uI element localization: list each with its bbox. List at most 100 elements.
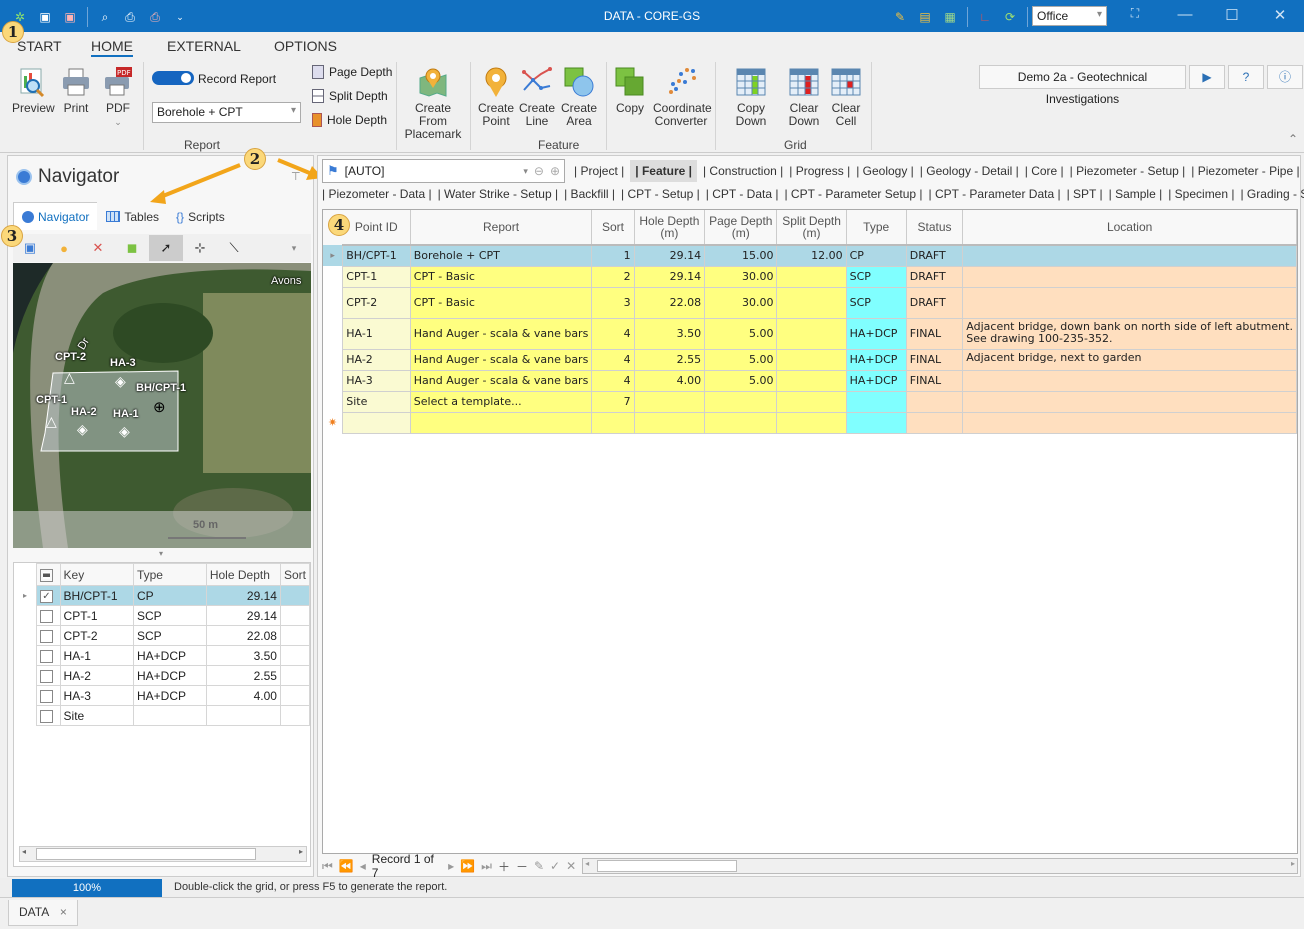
- horizontal-scrollbar[interactable]: ◂ ▸: [19, 846, 307, 862]
- sort-cell[interactable]: [279, 605, 311, 626]
- close-button[interactable]: ✕: [1270, 6, 1290, 26]
- row-checkbox[interactable]: [35, 665, 61, 686]
- status-cell[interactable]: FINAL: [905, 369, 964, 392]
- map-label-cpt-1[interactable]: CPT-1: [36, 394, 67, 406]
- table-tab[interactable]: | Sample |: [1109, 187, 1163, 201]
- checkbox[interactable]: [39, 689, 53, 703]
- report-cell[interactable]: CPT - Basic: [409, 286, 593, 319]
- table-tab[interactable]: | Grading - Setup |: [1240, 187, 1304, 201]
- table-tab[interactable]: | CPT - Parameter Data |: [929, 187, 1061, 201]
- tab-external[interactable]: EXTERNAL: [167, 38, 241, 54]
- split-depth-cell[interactable]: [776, 369, 847, 392]
- location-cell[interactable]: Adjacent bridge, next to garden: [962, 348, 1297, 371]
- report-cell[interactable]: Hand Auger - scala & vane bars: [409, 348, 593, 371]
- pdf-button[interactable]: PDF PDF ⌄: [102, 66, 134, 129]
- checkbox[interactable]: [39, 669, 53, 683]
- tab-options[interactable]: OPTIONS: [274, 38, 337, 54]
- checkbox[interactable]: [39, 629, 53, 643]
- map-label-cpt-2[interactable]: CPT-2: [55, 351, 86, 363]
- horizontal-scrollbar[interactable]: ◂ ▸: [582, 858, 1298, 874]
- checkbox[interactable]: ✓: [39, 589, 53, 603]
- prev-page-icon[interactable]: ⏪: [339, 859, 354, 873]
- column-header-type[interactable]: Type: [846, 210, 907, 246]
- table-selector[interactable]: ⚑ [AUTO] ▾ ⊖ ⊕: [322, 159, 565, 183]
- chevron-down-icon[interactable]: ▾: [523, 166, 528, 177]
- table-row[interactable]: CPT-1 CPT - Basic 2 29.14 30.00 SCP DRAFT: [323, 265, 1297, 288]
- table-tab[interactable]: | Geology |: [856, 164, 914, 178]
- zoom-extents-icon[interactable]: ⊹: [183, 235, 217, 261]
- ha-marker-icon[interactable]: ◈: [119, 423, 130, 440]
- hole-depth-button[interactable]: Hole Depth: [312, 113, 387, 127]
- prev-record-icon[interactable]: ◂: [360, 859, 366, 873]
- list-item[interactable]: ▸ ✓ BH/CPT-1 CP 29.14: [14, 585, 311, 606]
- tab-home[interactable]: HOME: [91, 38, 133, 57]
- table-tab[interactable]: | CPT - Setup |: [621, 187, 700, 201]
- theme-select[interactable]: Office: [1032, 6, 1107, 26]
- scroll-left-icon[interactable]: ◂: [585, 859, 589, 868]
- hole-depth-cell[interactable]: 29.14: [633, 265, 706, 288]
- type-cell[interactable]: [845, 411, 907, 434]
- scroll-right-icon[interactable]: ▸: [1291, 859, 1295, 868]
- row-checkbox[interactable]: [35, 645, 61, 666]
- column-header-type[interactable]: Type: [132, 563, 207, 586]
- table-tab[interactable]: | Piezometer - Setup |: [1070, 164, 1186, 178]
- refresh-icon[interactable]: ⟳: [1002, 9, 1018, 25]
- point-id-cell[interactable]: Site: [342, 390, 411, 413]
- type-cell[interactable]: SCP: [845, 286, 907, 319]
- last-record-icon[interactable]: ⏭: [481, 859, 492, 874]
- chevron-down-icon[interactable]: ▾: [277, 235, 311, 261]
- point-id-cell[interactable]: HA-2: [342, 348, 411, 371]
- column-header-location[interactable]: Location: [962, 210, 1297, 246]
- map-label-ha-3[interactable]: HA-3: [110, 357, 136, 369]
- type-cell[interactable]: HA+DCP: [132, 645, 207, 666]
- table-row[interactable]: CPT-2 CPT - Basic 3 22.08 30.00 SCP DRAFT: [323, 286, 1297, 319]
- row-checkbox[interactable]: ✓: [35, 585, 61, 606]
- map-icon[interactable]: ▦: [942, 9, 958, 25]
- clipboard-icon[interactable]: ▤: [917, 9, 933, 25]
- sort-cell[interactable]: 4: [591, 348, 635, 371]
- split-depth-cell[interactable]: [776, 348, 847, 371]
- scroll-right-icon[interactable]: ▸: [299, 847, 303, 856]
- sort-cell[interactable]: 2: [591, 265, 635, 288]
- column-header-page-depth[interactable]: Page Depth (m): [704, 210, 778, 246]
- point-id-cell[interactable]: [342, 411, 411, 434]
- key-cell[interactable]: HA-2: [59, 665, 134, 686]
- minimize-button[interactable]: —: [1175, 6, 1195, 26]
- cancel-edit-icon[interactable]: ✕: [566, 859, 576, 873]
- list-item[interactable]: HA-2 HA+DCP 2.55: [14, 665, 311, 686]
- location-cell[interactable]: [962, 411, 1297, 434]
- borehole-marker-icon[interactable]: ⊕: [153, 398, 166, 416]
- hole-depth-cell[interactable]: [633, 411, 706, 434]
- sort-cell[interactable]: [279, 625, 311, 646]
- location-cell[interactable]: [962, 369, 1297, 392]
- create-area-button[interactable]: Create Area: [561, 66, 597, 128]
- create-point-button[interactable]: Create Point: [478, 66, 514, 128]
- table-tab[interactable]: | Backfill |: [564, 187, 615, 201]
- sort-cell[interactable]: 4: [591, 317, 635, 350]
- type-cell[interactable]: [845, 390, 907, 413]
- column-header-key[interactable]: Key: [59, 563, 134, 586]
- status-cell[interactable]: FINAL: [905, 317, 964, 350]
- key-cell[interactable]: CPT-1: [59, 605, 134, 626]
- key-cell[interactable]: CPT-2: [59, 625, 134, 646]
- type-cell[interactable]: HA+DCP: [132, 665, 207, 686]
- table-tab[interactable]: | Core |: [1025, 164, 1064, 178]
- report-cell[interactable]: Hand Auger - scala & vane bars: [409, 369, 593, 392]
- split-depth-cell[interactable]: [776, 265, 847, 288]
- hole-depth-cell[interactable]: 4.00: [633, 369, 706, 392]
- type-cell[interactable]: SCP: [845, 265, 907, 288]
- table-tab[interactable]: | Piezometer - Pipe |: [1191, 164, 1299, 178]
- pointer-icon[interactable]: ➚: [149, 235, 183, 261]
- page-depth-cell[interactable]: 5.00: [704, 348, 778, 371]
- column-header-sort[interactable]: Sort: [279, 563, 311, 586]
- record-report-toggle[interactable]: [152, 71, 194, 85]
- type-cell[interactable]: HA+DCP: [845, 369, 907, 392]
- print-button[interactable]: Print: [60, 66, 92, 115]
- location-cell[interactable]: [962, 265, 1297, 288]
- hole-depth-cell[interactable]: 3.50: [633, 317, 706, 350]
- add-record-icon[interactable]: ＋: [498, 858, 510, 875]
- report-cell[interactable]: Borehole + CPT: [409, 244, 593, 267]
- report-cell[interactable]: [409, 411, 593, 434]
- table-row[interactable]: HA-2 Hand Auger - scala & vane bars 4 2.55 5…: [323, 348, 1297, 371]
- column-header-sort[interactable]: Sort: [591, 210, 635, 246]
